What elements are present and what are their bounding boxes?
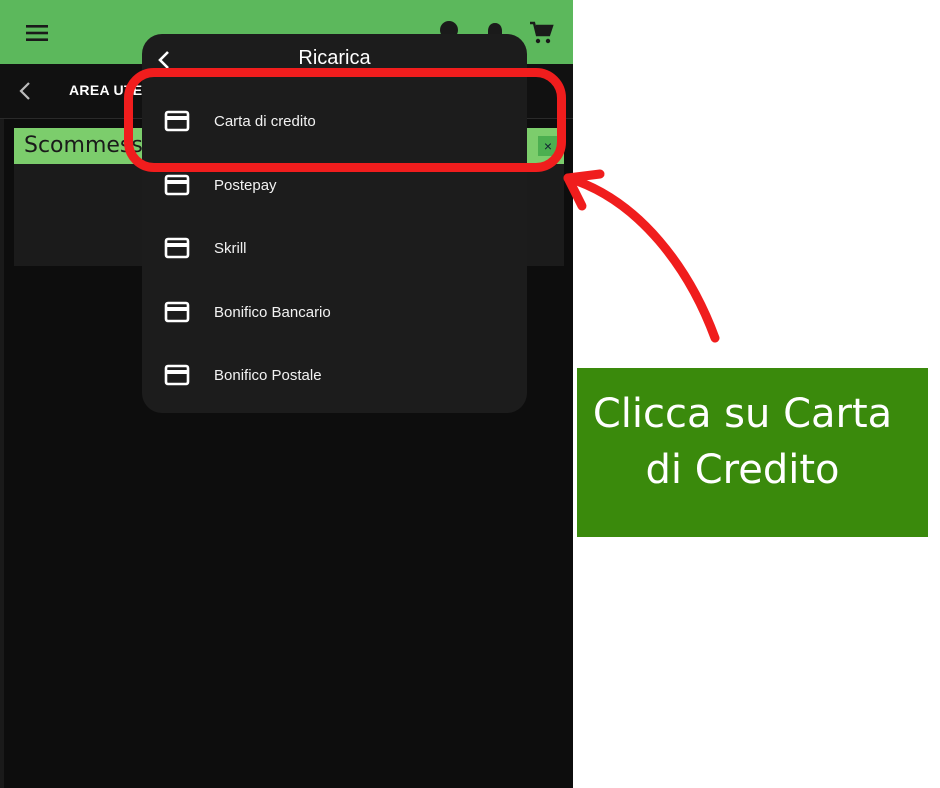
method-label: Postepay [214,177,277,194]
method-label: Skrill [214,240,247,257]
callout-text: Clicca su Carta di Credito [577,386,908,498]
credit-card-icon [164,237,190,259]
credit-card-icon [164,364,190,386]
popup-title: Ricarica [298,47,371,69]
callout-line-2: di Credito [645,447,840,493]
credit-card-icon [164,174,190,196]
method-skrill[interactable]: Skrill [142,219,527,279]
method-label: Bonifico Postale [214,367,322,384]
callout-line-1: Clicca su Carta [592,391,893,437]
instruction-callout: Clicca su Carta di Credito [577,368,928,537]
back-icon[interactable] [14,79,36,103]
highlight-box [124,68,566,172]
credit-card-icon [164,301,190,323]
method-postal-transfer[interactable]: Bonifico Postale [142,346,527,406]
menu-icon[interactable] [24,20,50,46]
method-bank-transfer[interactable]: Bonifico Bancario [142,283,527,343]
arrow-annotation [563,169,720,343]
cart-icon[interactable] [528,20,554,46]
method-label: Bonifico Bancario [214,304,331,321]
